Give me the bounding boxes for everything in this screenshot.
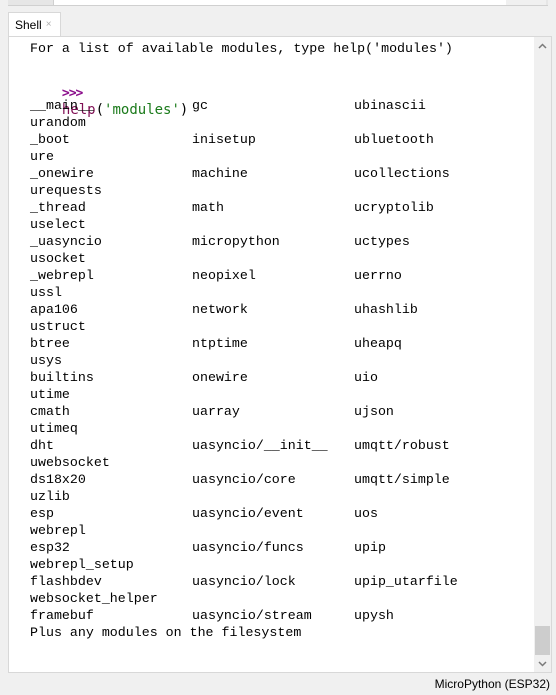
- command-argument: 'modules': [104, 102, 180, 118]
- module-name: uasyncio/funcs: [192, 540, 304, 555]
- module-name: apa106: [30, 302, 78, 317]
- module-name: urandom: [30, 115, 86, 130]
- command-close-paren: ): [179, 102, 189, 118]
- module-name: ure: [30, 149, 54, 164]
- module-name: esp: [30, 506, 54, 521]
- module-name: usys: [30, 353, 62, 368]
- scroll-up-icon[interactable]: [534, 37, 551, 54]
- module-name: ucollections: [354, 166, 450, 181]
- module-name: __main__: [30, 98, 94, 113]
- module-name: micropython: [192, 234, 280, 249]
- module-name: uasyncio/stream: [192, 608, 312, 623]
- module-name: cmath: [30, 404, 70, 419]
- shell-output[interactable]: . . . . For a list of available modules,…: [9, 37, 534, 672]
- module-name: _webrepl: [30, 268, 94, 283]
- module-name: _uasyncio: [30, 234, 102, 249]
- module-name: umqtt/simple: [354, 472, 450, 487]
- module-name: _thread: [30, 200, 86, 215]
- module-name: uerrno: [354, 268, 402, 283]
- module-name: utime: [30, 387, 70, 402]
- module-name: utimeq: [30, 421, 78, 436]
- command-line: >>> help('modules'): [14, 68, 188, 118]
- tab-shell-label: Shell: [15, 17, 42, 32]
- module-name: upysh: [354, 608, 394, 623]
- module-name: _onewire: [30, 166, 94, 181]
- module-name: neopixel: [192, 268, 256, 283]
- module-name: uheapq: [354, 336, 402, 351]
- prompt-symbol: >>>: [62, 671, 84, 672]
- module-name: network: [192, 302, 248, 317]
- tab-shell[interactable]: Shell ×: [8, 12, 61, 36]
- module-name: ds18x20: [30, 472, 86, 487]
- module-name: ntptime: [192, 336, 248, 351]
- module-name: ujson: [354, 404, 394, 419]
- module-name: ubinascii: [354, 98, 426, 113]
- module-name: webrepl_setup: [30, 557, 134, 572]
- module-name: uio: [354, 370, 378, 385]
- module-name: uwebsocket: [30, 455, 110, 470]
- module-name: flashbdev: [30, 574, 102, 589]
- module-name: usocket: [30, 251, 86, 266]
- module-name: ustruct: [30, 319, 86, 334]
- module-name: ussl: [30, 285, 62, 300]
- editor-scrollbar[interactable]: [506, 0, 546, 5]
- module-name: ubluetooth: [354, 132, 434, 147]
- module-name: esp32: [30, 540, 70, 555]
- module-name: onewire: [192, 370, 248, 385]
- intro-line: For a list of available modules, type he…: [30, 41, 453, 56]
- module-name: uasyncio/event: [192, 506, 304, 521]
- module-name: upip_utarfile: [354, 574, 458, 589]
- module-name: inisetup: [192, 132, 256, 147]
- module-name: machine: [192, 166, 248, 181]
- editor-text-area[interactable]: [53, 0, 507, 5]
- module-name: upip: [354, 540, 386, 555]
- shell-scrollbar[interactable]: [534, 37, 551, 672]
- module-name: builtins: [30, 370, 94, 385]
- module-name: math: [192, 200, 224, 215]
- scroll-down-icon[interactable]: [534, 655, 551, 672]
- module-name: uarray: [192, 404, 240, 419]
- module-name: uasyncio/__init__: [192, 438, 328, 453]
- module-name: uos: [354, 506, 378, 521]
- module-name: gc: [192, 98, 208, 113]
- module-name: umqtt/robust: [354, 438, 450, 453]
- scroll-thumb[interactable]: [535, 626, 550, 655]
- module-name: uasyncio/lock: [192, 574, 296, 589]
- module-name: btree: [30, 336, 70, 351]
- module-name: urequests: [30, 183, 102, 198]
- footer-line: Plus any modules on the filesystem: [30, 625, 302, 640]
- module-name: uctypes: [354, 234, 410, 249]
- module-name: dht: [30, 438, 54, 453]
- module-name: uzlib: [30, 489, 70, 504]
- close-icon[interactable]: ×: [46, 19, 52, 30]
- module-name: uasyncio/core: [192, 472, 296, 487]
- module-name: framebuf: [30, 608, 94, 623]
- module-name: ucryptolib: [354, 200, 434, 215]
- module-name: uselect: [30, 217, 86, 232]
- final-prompt-line[interactable]: >>>: [14, 653, 84, 672]
- command-open-paren: (: [95, 102, 105, 118]
- module-name: _boot: [30, 132, 70, 147]
- module-name: webrepl: [30, 523, 86, 538]
- module-name: uhashlib: [354, 302, 418, 317]
- status-interpreter[interactable]: MicroPython (ESP32): [435, 677, 550, 691]
- editor-area-remnant: [8, 0, 548, 6]
- module-name: websocket_helper: [30, 591, 158, 606]
- shell-panel[interactable]: . . . . For a list of available modules,…: [8, 36, 552, 673]
